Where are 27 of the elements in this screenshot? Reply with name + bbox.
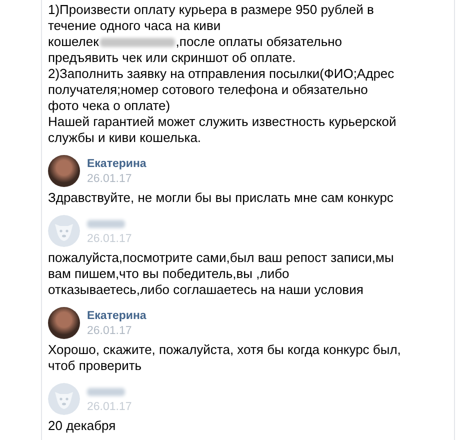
message-text: 20 декабря	[48, 418, 117, 434]
message-text: службы и киви кошелька.	[48, 130, 202, 146]
message-text: чтоб проверить	[48, 358, 143, 374]
message-text: 2)Заполнить заявку на отправления посылки(ФИО;Адрес	[48, 66, 396, 82]
message-date: 26.01.17	[87, 172, 133, 184]
author-name[interactable]: Екатерина	[87, 310, 146, 322]
message-text: Здравствуйте, не могли бы вы прислать мне сам конкурс	[48, 190, 394, 206]
blurred-name	[87, 388, 125, 396]
message-text: 1)Произвести оплату курьера в размере 950 рублей в	[48, 2, 375, 18]
message-text: получателя;номер сотового телефона и обязательно	[48, 82, 369, 98]
message-text: пожалуйста,посмотрите сами,был ваш репост записи,мы	[48, 250, 395, 266]
avatar-photo-placeholder[interactable]	[48, 155, 80, 187]
message-date: 26.01.17	[87, 232, 132, 244]
message-text: фото чека о оплате)	[48, 98, 172, 114]
author-name[interactable]: Екатерина	[87, 158, 146, 170]
message-text: вам пишем,что вы победитель,вы ,либо	[48, 266, 290, 282]
avatar-photo-placeholder[interactable]	[48, 307, 80, 339]
message-text: ,после оплаты обязательно	[176, 34, 342, 50]
message-text: отказываетесь,либо соглашаетесь на наши условия	[48, 282, 364, 298]
blurred-name	[87, 220, 125, 228]
message-text: Нашей гарантией может служить известность курьерской	[48, 114, 398, 130]
message-text: предъявить чек или скриншот об оплате.	[48, 50, 297, 66]
message-text: Хорошо, скажите, пожалуйста, хотя бы когда конкурс был,	[48, 342, 402, 358]
message-text: течение одного часа на киви	[48, 18, 222, 34]
message-date: 26.01.17	[87, 400, 132, 412]
message-text: кошелек	[48, 34, 99, 50]
message-date: 26.01.17	[87, 324, 133, 336]
